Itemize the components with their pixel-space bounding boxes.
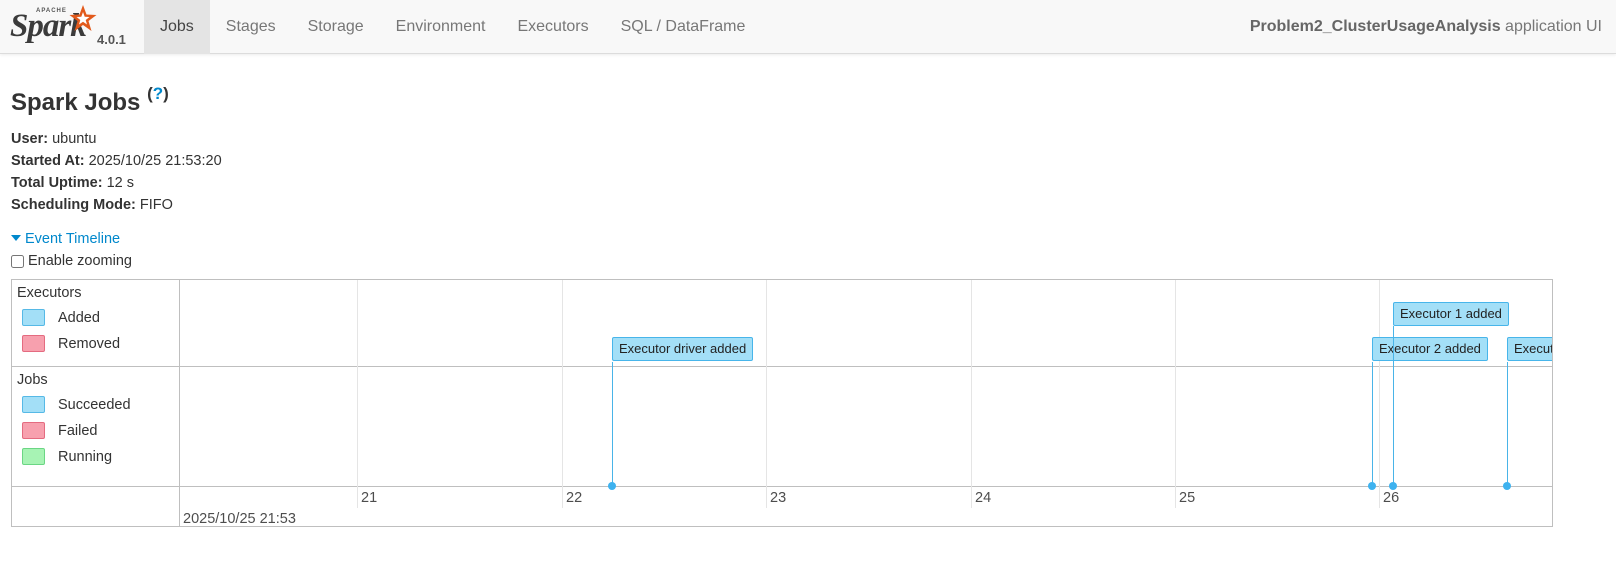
legend-running: Running bbox=[22, 448, 112, 465]
event-executor-1-added[interactable]: Executor 1 added bbox=[1393, 302, 1509, 326]
summary-started: Started At: 2025/10/25 21:53:20 bbox=[11, 150, 222, 172]
tab-jobs[interactable]: Jobs bbox=[144, 0, 210, 54]
gridline-23 bbox=[766, 280, 767, 508]
event-dot-executor-3 bbox=[1503, 482, 1511, 490]
executors-group-title: Executors bbox=[17, 285, 82, 301]
event-executor-2-added[interactable]: Executor 2 added bbox=[1372, 337, 1488, 361]
spark-version: 4.0.1 bbox=[97, 32, 126, 47]
tab-executors[interactable]: Executors bbox=[501, 0, 604, 54]
legend-running-swatch bbox=[22, 448, 45, 465]
legend-failed: Failed bbox=[22, 422, 98, 439]
tick-label-24: 24 bbox=[975, 490, 992, 506]
enable-zooming[interactable]: Enable zooming bbox=[11, 253, 132, 269]
event-line-driver bbox=[612, 362, 613, 486]
legend-failed-swatch bbox=[22, 422, 45, 439]
help-link[interactable]: ? bbox=[153, 84, 163, 103]
event-line-executor-2 bbox=[1372, 362, 1373, 486]
enable-zooming-label: Enable zooming bbox=[28, 253, 132, 269]
summary-started-label: Started At: bbox=[11, 153, 85, 169]
jobs-group-title: Jobs bbox=[17, 372, 48, 388]
legend-succeeded: Succeeded bbox=[22, 396, 131, 413]
event-line-executor-3 bbox=[1507, 362, 1508, 486]
event-dot-executor-1 bbox=[1389, 482, 1397, 490]
tick-label-25: 25 bbox=[1179, 490, 1196, 506]
summary-started-value: 2025/10/25 21:53:20 bbox=[88, 153, 222, 169]
event-dot-executor-2 bbox=[1368, 482, 1376, 490]
legend-added-swatch bbox=[22, 309, 45, 326]
tick-label-26: 26 bbox=[1383, 490, 1400, 506]
application-name: Problem2_ClusterUsageAnalysis applicatio… bbox=[1250, 0, 1602, 54]
legend-removed-label: Removed bbox=[58, 335, 121, 352]
top-navbar: APACHE Spark 4.0.1 Jobs Stages Storage E… bbox=[0, 0, 1616, 54]
page-title: Spark Jobs (?) bbox=[11, 84, 169, 117]
gridline-24 bbox=[971, 280, 972, 508]
summary-uptime-label: Total Uptime: bbox=[11, 175, 103, 191]
legend-running-label: Running bbox=[58, 448, 113, 465]
summary-mode: Scheduling Mode: FIFO bbox=[11, 194, 222, 216]
gridline-25 bbox=[1175, 280, 1176, 508]
tab-storage[interactable]: Storage bbox=[292, 0, 380, 54]
tab-environment[interactable]: Environment bbox=[380, 0, 502, 54]
timeline-plot-area[interactable]: 21 22 23 24 25 26 2025/10/25 21:53 Execu… bbox=[180, 280, 1552, 526]
job-summary: User: ubuntu Started At: 2025/10/25 21:5… bbox=[11, 128, 222, 216]
tab-sql-dataframe[interactable]: SQL / DataFrame bbox=[605, 0, 762, 54]
event-timeline: Executors Added Removed Jobs Succeeded F… bbox=[11, 279, 1553, 527]
legend-succeeded-label: Succeeded bbox=[58, 396, 131, 413]
summary-user-label: User: bbox=[11, 131, 49, 147]
caret-down-icon bbox=[11, 235, 21, 241]
application-name-bold: Problem2_ClusterUsageAnalysis bbox=[1249, 18, 1501, 35]
timeline-date-label: 2025/10/25 21:53 bbox=[183, 511, 296, 527]
event-executor-driver-added[interactable]: Executor driver added bbox=[612, 337, 754, 361]
nav-tabs: Jobs Stages Storage Environment Executor… bbox=[144, 0, 761, 54]
application-name-suffix: application UI bbox=[1500, 18, 1602, 35]
tick-label-22: 22 bbox=[566, 490, 583, 506]
legend-added: Added bbox=[22, 309, 100, 326]
gridline-26 bbox=[1379, 280, 1380, 508]
timeline-group-labels: Executors Added Removed Jobs Succeeded F… bbox=[12, 280, 180, 526]
summary-user: User: ubuntu bbox=[11, 128, 222, 150]
event-line-executor-1 bbox=[1393, 326, 1394, 486]
summary-mode-value: FIFO bbox=[139, 197, 173, 213]
tab-stages[interactable]: Stages bbox=[210, 0, 292, 54]
legend-removed: Removed bbox=[22, 335, 120, 352]
summary-user-value: ubuntu bbox=[52, 131, 97, 147]
legend-added-label: Added bbox=[58, 309, 100, 326]
event-dot-driver bbox=[608, 482, 616, 490]
summary-mode-label: Scheduling Mode: bbox=[11, 197, 136, 213]
enable-zooming-checkbox[interactable] bbox=[11, 254, 24, 268]
page-title-text: Spark Jobs bbox=[11, 89, 141, 116]
gridline-22 bbox=[562, 280, 563, 508]
gridline-21 bbox=[357, 280, 358, 508]
spark-logo[interactable]: APACHE Spark 4.0.1 bbox=[8, 2, 140, 52]
summary-uptime: Total Uptime: 12 s bbox=[11, 172, 222, 194]
tick-label-23: 23 bbox=[770, 490, 787, 506]
summary-uptime-value: 12 s bbox=[106, 175, 135, 191]
tick-label-21: 21 bbox=[361, 490, 378, 506]
legend-removed-swatch bbox=[22, 335, 45, 352]
event-timeline-toggle[interactable]: Event Timeline bbox=[11, 231, 120, 247]
spark-star-icon bbox=[69, 5, 97, 31]
help-tooltip: (?) bbox=[147, 84, 169, 103]
legend-succeeded-swatch bbox=[22, 396, 45, 413]
legend-failed-label: Failed bbox=[58, 422, 98, 439]
event-timeline-label: Event Timeline bbox=[25, 231, 121, 247]
event-executor-truncated[interactable]: Execut bbox=[1507, 337, 1552, 361]
